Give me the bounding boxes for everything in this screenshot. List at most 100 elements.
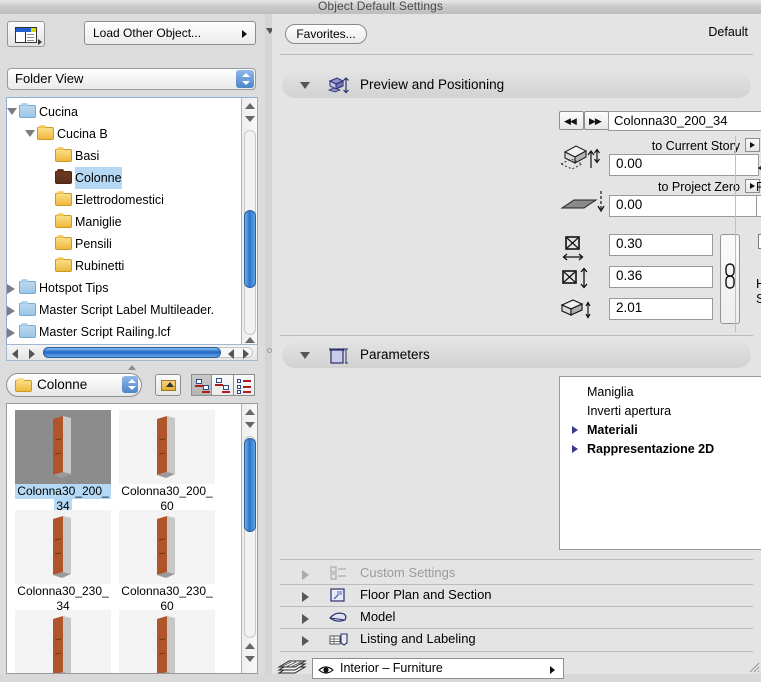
parameter-row[interactable]: Materiali — [560, 421, 761, 440]
grid-scroll-down-icon[interactable] — [245, 422, 255, 428]
disclosure-triangle-icon[interactable] — [300, 82, 310, 89]
scroll-left-icon[interactable] — [12, 349, 18, 359]
depth-field[interactable]: 0.36 — [609, 266, 713, 288]
tree-item[interactable]: Basi — [7, 145, 241, 167]
thumbnail-item[interactable]: Colonna30_230_ 60 — [119, 510, 215, 614]
thumbnail-label: Colonna30_230_ — [121, 584, 213, 598]
width-icon — [562, 236, 588, 267]
parameter-row[interactable]: ManigliaOn — [560, 383, 761, 402]
section-parameters[interactable]: Parameters — [282, 342, 751, 368]
tree-item[interactable]: Elettrodomestici — [7, 189, 241, 211]
proportion-lock-toggle[interactable] — [720, 234, 740, 324]
tree-item[interactable]: Hotspot Tips — [7, 277, 241, 299]
to-project-zero-field[interactable]: 0.00 — [609, 195, 759, 217]
large-icon-view-button[interactable] — [191, 374, 213, 396]
tree-item[interactable]: Master Script Label Multileader. — [7, 299, 241, 321]
load-other-object-button[interactable]: Load Other Object... — [84, 21, 256, 45]
disclosure-triangle-icon[interactable] — [25, 130, 35, 137]
tree-item[interactable]: Maniglie — [7, 211, 241, 233]
parameter-row[interactable]: Rappresentazione 2D — [560, 440, 761, 459]
section-label-custom-settings: Custom Settings — [360, 565, 456, 580]
grid-scroll-down-icon-2[interactable] — [245, 656, 255, 662]
to-project-zero-label: to Project Zero — [658, 180, 740, 194]
relative-label: Relative — [756, 180, 761, 194]
prev-object-icon[interactable]: ◀◀ — [559, 111, 584, 130]
thumbnail-item[interactable]: Colonna30_230_ 34 — [15, 510, 111, 614]
relative-angle-field[interactable]: 0.00° — [756, 195, 761, 217]
panel-resize-handle[interactable] — [126, 363, 136, 371]
resize-grip[interactable] — [746, 659, 760, 673]
parameter-row[interactable]: Inverti aperturaOff — [560, 402, 761, 421]
disclosure-triangle-icon[interactable] — [7, 306, 15, 316]
disclosure-triangle-icon[interactable] — [7, 328, 15, 338]
tree-item[interactable]: Colonne — [7, 167, 241, 189]
object-thumbnail-grid[interactable]: Colonna30_200_ 34 Colonna30_200_ 60 Colonna3… — [6, 403, 258, 674]
current-folder-select[interactable]: Colonne — [6, 373, 142, 397]
object-default-settings-window: Object Default Settings Load Other Objec… — [0, 0, 761, 679]
folder-tree[interactable]: Cucina Cucina B Basi Colonne Elettrodomestic… — [6, 97, 258, 360]
object-list-icon[interactable] — [7, 21, 45, 47]
parameters-list[interactable]: ManigliaOnInverti aperturaOff Materiali Ra… — [559, 376, 761, 550]
settings-panel: Favorites... Default Preview and Positio… — [272, 14, 761, 679]
grid-scroll-up-icon-2[interactable] — [245, 643, 255, 649]
object-name-field[interactable]: Colonna30_200_34 — [608, 111, 761, 131]
disclosure-triangle-icon[interactable] — [7, 108, 17, 115]
section-listing-and-labeling[interactable]: Listing and Labeling — [282, 628, 751, 650]
disclosure-triangle-icon-model[interactable] — [302, 614, 314, 624]
thumbnail-item[interactable]: Colonna40_200_ — [119, 610, 215, 673]
tree-item[interactable]: Pensili — [7, 233, 241, 255]
folder-up-icon[interactable] — [155, 374, 181, 396]
grid-scroll-thumb[interactable] — [244, 438, 256, 532]
disclosure-triangle-icon-listing[interactable] — [302, 636, 314, 646]
tree-horizontal-scrollbar[interactable] — [6, 344, 258, 361]
scroll-right-icon[interactable] — [29, 349, 35, 359]
thumbnail-item[interactable]: Colonna30_200_ 60 — [119, 410, 215, 514]
small-icon-view-button[interactable] — [212, 374, 234, 396]
home-story-label: Home Story: — [756, 276, 761, 306]
disclosure-triangle-icon-custom[interactable] — [302, 570, 314, 580]
section-custom-settings[interactable]: Custom Settings — [282, 562, 751, 584]
scroll-up-icon-2[interactable] — [245, 337, 255, 343]
next-object-icon[interactable]: ▶▶ — [584, 111, 609, 130]
scroll-thumb[interactable] — [244, 210, 256, 288]
height-field[interactable]: 2.01 — [609, 298, 713, 320]
view-mode-select[interactable]: Folder View — [7, 68, 256, 90]
expand-triangle-icon[interactable] — [572, 445, 578, 453]
thumbnail-item[interactable]: Colonna40_200_ — [15, 610, 111, 673]
tree-item[interactable]: Master Script Railing.lcf — [7, 321, 241, 339]
thumbnail-view-mode-group — [191, 374, 256, 396]
tree-item-label: Rubinetti — [75, 259, 125, 273]
scroll-up-icon[interactable] — [245, 103, 255, 109]
expand-triangle-icon[interactable] — [572, 426, 578, 434]
scroll-left-icon-2[interactable] — [228, 349, 234, 359]
rotation-angle-icon: α — [756, 144, 761, 179]
elevation-to-zero-icon — [560, 186, 606, 221]
layer-select[interactable]: Interior – Furniture — [312, 658, 564, 679]
section-floor-plan-and-section[interactable]: Floor Plan and Section — [282, 584, 751, 606]
disclosure-triangle-icon[interactable] — [7, 284, 15, 294]
section-model[interactable]: Model — [282, 606, 751, 628]
elevation-to-story-icon — [559, 142, 606, 179]
favorites-button[interactable]: Favorites... — [285, 24, 367, 44]
scroll-down-icon[interactable] — [245, 116, 255, 122]
tree-item[interactable]: Cucina — [7, 101, 241, 123]
grid-scroll-up-icon[interactable] — [245, 409, 255, 415]
hscroll-thumb[interactable] — [43, 347, 221, 358]
disclosure-triangle-icon-parameters[interactable] — [300, 352, 310, 359]
tree-item-label: Cucina — [39, 105, 78, 119]
folder-stepper-icon[interactable] — [122, 376, 138, 393]
tree-vertical-scrollbar[interactable] — [241, 98, 257, 359]
tree-item[interactable]: Cucina B — [7, 123, 241, 145]
to-current-story-field[interactable]: 0.00 — [609, 154, 759, 176]
width-field[interactable]: 0.30 — [609, 234, 713, 256]
list-view-button[interactable] — [233, 374, 256, 396]
stepper-icon[interactable] — [236, 70, 254, 88]
section-preview-positioning[interactable]: Preview and Positioning — [282, 72, 751, 98]
thumbnail-image — [119, 610, 215, 673]
tree-item[interactable]: Rubinetti — [7, 255, 241, 277]
disclosure-triangle-icon-floorplan[interactable] — [302, 592, 314, 602]
scroll-right-icon-2[interactable] — [243, 349, 249, 359]
thumbnail-item[interactable]: Colonna30_200_ 34 — [15, 410, 111, 514]
grid-vertical-scrollbar[interactable] — [241, 404, 257, 673]
folder-yellow-icon — [55, 235, 72, 250]
